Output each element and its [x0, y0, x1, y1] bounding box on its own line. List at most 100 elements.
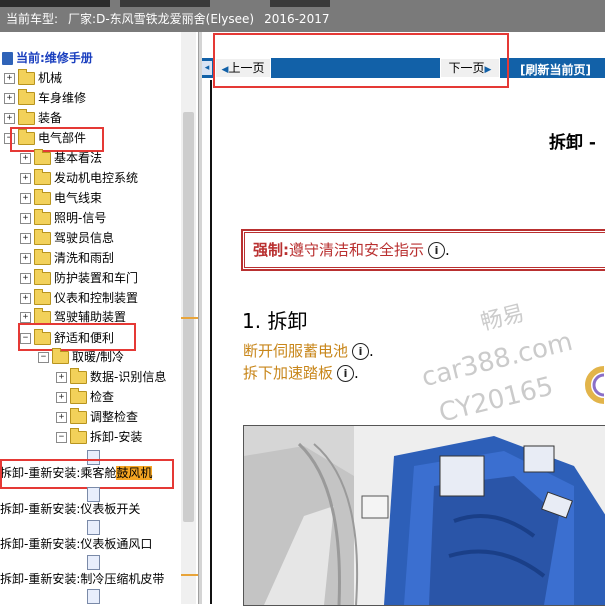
- tree-item-label: 拆卸-安装: [90, 430, 143, 444]
- info-icon[interactable]: i: [428, 242, 446, 259]
- collapse-minus-icon[interactable]: −: [38, 352, 49, 363]
- tree-item-body-repair[interactable]: + 车身维修: [4, 89, 86, 107]
- highlight-box: [0, 459, 174, 489]
- tree-root[interactable]: 当前:维修手册: [2, 49, 93, 67]
- tree-item-label: 取暖/制冷: [72, 350, 125, 364]
- step-remove-pedal: 拆下加速踏板 i.: [243, 362, 359, 383]
- tree-item-hvac[interactable]: − 取暖/制冷: [38, 348, 124, 366]
- expand-plus-icon[interactable]: +: [4, 73, 15, 84]
- expand-plus-icon[interactable]: +: [4, 93, 15, 104]
- tree-item-label: 基本看法: [54, 151, 103, 165]
- step-link[interactable]: 断开伺服蓄电池: [243, 342, 348, 360]
- highlight-box: [18, 323, 136, 351]
- tree-item-label: 发动机电控系统: [54, 171, 139, 185]
- tree-doc-label: 拆卸-重新安装:仪表板通风口: [0, 537, 153, 551]
- expand-plus-icon[interactable]: +: [20, 193, 31, 204]
- warning-strong: 强制: [253, 241, 284, 259]
- warning-body: 遵守清洁和安全指示: [289, 241, 425, 259]
- tree-root-label: 当前:维修手册: [16, 51, 93, 65]
- section-title: 1. 拆卸: [242, 309, 308, 333]
- tree-item-label: 电气线束: [54, 191, 103, 205]
- step-link[interactable]: 拆下加速踏板: [243, 364, 333, 382]
- tree-doc-label: 拆卸-重新安装:制冷压缩机皮带: [0, 572, 165, 586]
- tree-item-data-id[interactable]: + 数据-识别信息: [56, 368, 166, 386]
- tree-item-label: 驾驶辅助装置: [54, 310, 127, 324]
- blower-illustration: [244, 426, 605, 605]
- expand-plus-icon[interactable]: +: [20, 293, 31, 304]
- expand-plus-icon[interactable]: +: [20, 273, 31, 284]
- tree-item-basics[interactable]: + 基本看法: [20, 149, 102, 167]
- folder-icon: [34, 269, 51, 285]
- tree-marker: [181, 574, 198, 576]
- title-strip: [0, 0, 110, 7]
- punctuation: .: [354, 364, 359, 382]
- refresh-page-link[interactable]: [刷新当前页]: [520, 61, 591, 78]
- folder-icon: [34, 189, 51, 205]
- collapse-arrow-icon[interactable]: ◂: [202, 61, 212, 75]
- tree-item-label: 清洗和雨刮: [54, 251, 115, 265]
- tree-item-protection-doors[interactable]: + 防护装置和车门: [20, 269, 138, 287]
- expand-plus-icon[interactable]: +: [20, 213, 31, 224]
- tree-doc-dash-vent[interactable]: 拆卸-重新安装:仪表板通风口: [0, 535, 152, 553]
- folder-icon: [34, 149, 51, 165]
- folder-icon: [70, 388, 87, 404]
- vehicle-info: 当前车型: 厂家:D-东风雪铁龙爱丽舍(Elysee) 2016-2017: [6, 10, 329, 27]
- tree-item-wiring[interactable]: + 电气线束: [20, 189, 102, 207]
- open-folder-icon: [52, 348, 69, 364]
- part-illustration: [243, 425, 605, 606]
- tree-item-wash-wipe[interactable]: + 清洗和雨刮: [20, 249, 114, 267]
- tree-item-driver-info[interactable]: + 驾驶员信息: [20, 229, 114, 247]
- tree-item-instruments[interactable]: + 仪表和控制装置: [20, 289, 138, 307]
- tree-item-adjust-check[interactable]: + 调整检查: [56, 408, 138, 426]
- tree-item-equipment[interactable]: + 装备: [4, 109, 62, 127]
- folder-icon: [34, 229, 51, 245]
- tree-item-label: 车身维修: [38, 91, 87, 105]
- document-icon: [87, 589, 100, 604]
- tree-item-label: 装备: [38, 111, 63, 125]
- punctuation: .: [369, 342, 374, 360]
- punctuation: .: [445, 241, 450, 259]
- document-icon: [87, 555, 100, 570]
- info-icon[interactable]: i: [337, 365, 355, 382]
- tree-item-label: 调整检查: [90, 410, 139, 424]
- folder-icon: [34, 289, 51, 305]
- tree-item-engine-control[interactable]: + 发动机电控系统: [20, 169, 138, 187]
- tree-item-mechanical[interactable]: + 机械: [4, 69, 62, 87]
- tree-item-inspection[interactable]: + 检查: [56, 388, 114, 406]
- tree-doc-compressor-belt[interactable]: 拆卸-重新安装:制冷压缩机皮带: [0, 570, 181, 588]
- expand-plus-icon[interactable]: +: [4, 113, 15, 124]
- folder-icon: [70, 368, 87, 384]
- tree-item-label: 驾驶员信息: [54, 231, 115, 245]
- ring-icon: [585, 366, 605, 404]
- expand-plus-icon[interactable]: +: [20, 233, 31, 244]
- collapse-minus-icon[interactable]: −: [56, 432, 67, 443]
- folder-icon: [70, 408, 87, 424]
- expand-plus-icon[interactable]: +: [56, 372, 67, 383]
- folder-icon: [18, 109, 35, 125]
- expand-plus-icon[interactable]: +: [56, 392, 67, 403]
- warning-text: 强制:遵守清洁和安全指示 i.: [253, 239, 450, 260]
- step-disconnect-battery: 断开伺服蓄电池 i.: [243, 340, 374, 361]
- tree-doc-dash-switch[interactable]: 拆卸-重新安装:仪表板开关: [0, 500, 140, 518]
- expand-plus-icon[interactable]: +: [20, 312, 31, 323]
- vehicle-label: 当前车型:: [6, 12, 59, 26]
- tree-item-label: 防护装置和车门: [54, 271, 139, 285]
- open-folder-icon: [70, 428, 87, 444]
- title-strip: [270, 0, 330, 7]
- tree-item-label: 数据-识别信息: [90, 370, 167, 384]
- folder-icon: [34, 169, 51, 185]
- document-title: 拆卸 -: [549, 133, 596, 153]
- folder-icon: [18, 89, 35, 105]
- tree-doc-label: 拆卸-重新安装:仪表板开关: [0, 502, 141, 516]
- tree-item-removal-install[interactable]: − 拆卸-安装: [56, 428, 142, 446]
- tree-item-lighting[interactable]: + 照明-信号: [20, 209, 106, 227]
- folder-icon: [18, 69, 35, 85]
- expand-plus-icon[interactable]: +: [20, 153, 31, 164]
- expand-plus-icon[interactable]: +: [56, 412, 67, 423]
- tree-marker: [181, 317, 198, 319]
- tree-item-label: 机械: [38, 71, 63, 85]
- info-icon[interactable]: i: [352, 343, 370, 360]
- vehicle-years: 2016-2017: [264, 12, 330, 26]
- expand-plus-icon[interactable]: +: [20, 173, 31, 184]
- expand-plus-icon[interactable]: +: [20, 253, 31, 264]
